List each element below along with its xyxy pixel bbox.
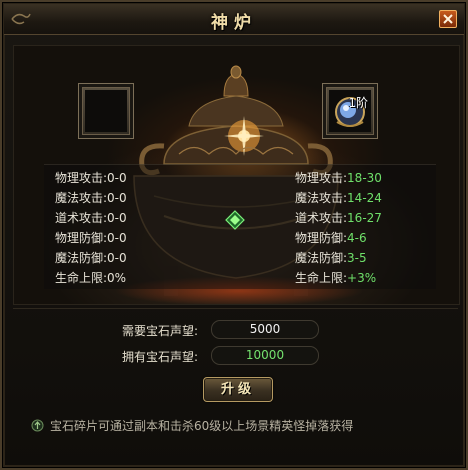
stat-value: 0-0 (107, 211, 127, 225)
stat-label: 物理防御: (55, 231, 108, 245)
stat-row: 物理攻击: 18-30 (295, 168, 382, 188)
stat-label: 物理防御: (295, 231, 348, 245)
stat-value: 0-0 (107, 251, 127, 265)
gem-level-label: 1阶 (348, 96, 368, 110)
required-reputation-value: 5000 (211, 320, 319, 339)
stat-label: 魔法防御: (55, 251, 108, 265)
stat-value: +3% (347, 271, 377, 285)
stat-label: 魔法防御: (295, 251, 348, 265)
furnace-window: 神炉 物理攻击: 0-0 魔法攻击: 0-0 道术攻击: 0-0 物理防御: 0… (0, 0, 468, 470)
stat-label: 生命上限: (295, 271, 348, 285)
stat-value: 0-0 (107, 191, 127, 205)
owned-reputation-value: 10000 (211, 346, 319, 365)
close-icon (443, 14, 453, 24)
stat-row: 魔法防御: 3-5 (295, 248, 382, 268)
stat-value: 0% (107, 271, 127, 285)
owned-reputation-row: 拥有宝石声望: 10000 (2, 346, 466, 366)
stat-row: 物理攻击: 0-0 (55, 168, 127, 188)
stat-label: 魔法攻击: (295, 191, 348, 205)
hint-text: 宝石碎片可通过副本和击杀60级以上场景精英怪掉落获得 (50, 419, 354, 433)
required-reputation-row: 需要宝石声望: 5000 (2, 320, 466, 340)
divider (13, 308, 458, 309)
stat-row: 道术攻击: 16-27 (295, 208, 382, 228)
stat-row: 魔法攻击: 0-0 (55, 188, 127, 208)
owned-reputation-label: 拥有宝石声望: (121, 350, 198, 364)
furnace-scene: 物理攻击: 0-0 魔法攻击: 0-0 道术攻击: 0-0 物理防御: 0-0 魔法防御… (13, 45, 460, 305)
upgraded-stats: 物理攻击: 18-30 魔法攻击: 14-24 道术攻击: 16-27 物理防御: 4-… (295, 168, 382, 288)
gem-result-slot[interactable]: 1阶 (322, 83, 378, 139)
window-title: 神炉 (211, 13, 257, 33)
stat-label: 物理攻击: (295, 171, 348, 185)
stat-value: 3-5 (347, 251, 367, 265)
stat-label: 物理攻击: (55, 171, 108, 185)
stat-row: 物理防御: 0-0 (55, 228, 127, 248)
required-reputation-label: 需要宝石声望: (121, 324, 198, 338)
stat-label: 魔法攻击: (55, 191, 108, 205)
gem-slot-well: 1阶 (329, 90, 371, 132)
stat-value: 16-27 (347, 211, 382, 225)
stat-value: 0-0 (107, 231, 127, 245)
current-stats: 物理攻击: 0-0 魔法攻击: 0-0 道术攻击: 0-0 物理防御: 0-0 魔法防御… (55, 168, 127, 288)
info-leaf-icon (31, 419, 44, 432)
hint-row: 宝石碎片可通过副本和击杀60级以上场景精英怪掉落获得 (31, 417, 353, 434)
stat-row: 生命上限: 0% (55, 268, 127, 288)
upgrade-button[interactable]: 升级 (203, 377, 273, 402)
empty-slot-well (85, 90, 127, 132)
stat-value: 0-0 (107, 171, 127, 185)
stat-value: 18-30 (347, 171, 382, 185)
stat-label: 道术攻击: (295, 211, 348, 225)
stat-row: 道术攻击: 0-0 (55, 208, 127, 228)
stat-row: 魔法攻击: 14-24 (295, 188, 382, 208)
close-button[interactable] (439, 10, 457, 28)
stat-row: 生命上限: +3% (295, 268, 382, 288)
title-bar: 神炉 (4, 4, 464, 35)
stat-row: 魔法防御: 0-0 (55, 248, 127, 268)
gem-input-slot[interactable] (78, 83, 134, 139)
upgrade-arrow-gem-icon (225, 210, 245, 230)
stat-value: 4-6 (347, 231, 367, 245)
stat-label: 生命上限: (55, 271, 108, 285)
stat-value: 14-24 (347, 191, 382, 205)
stat-row: 物理防御: 4-6 (295, 228, 382, 248)
stat-label: 道术攻击: (55, 211, 108, 225)
